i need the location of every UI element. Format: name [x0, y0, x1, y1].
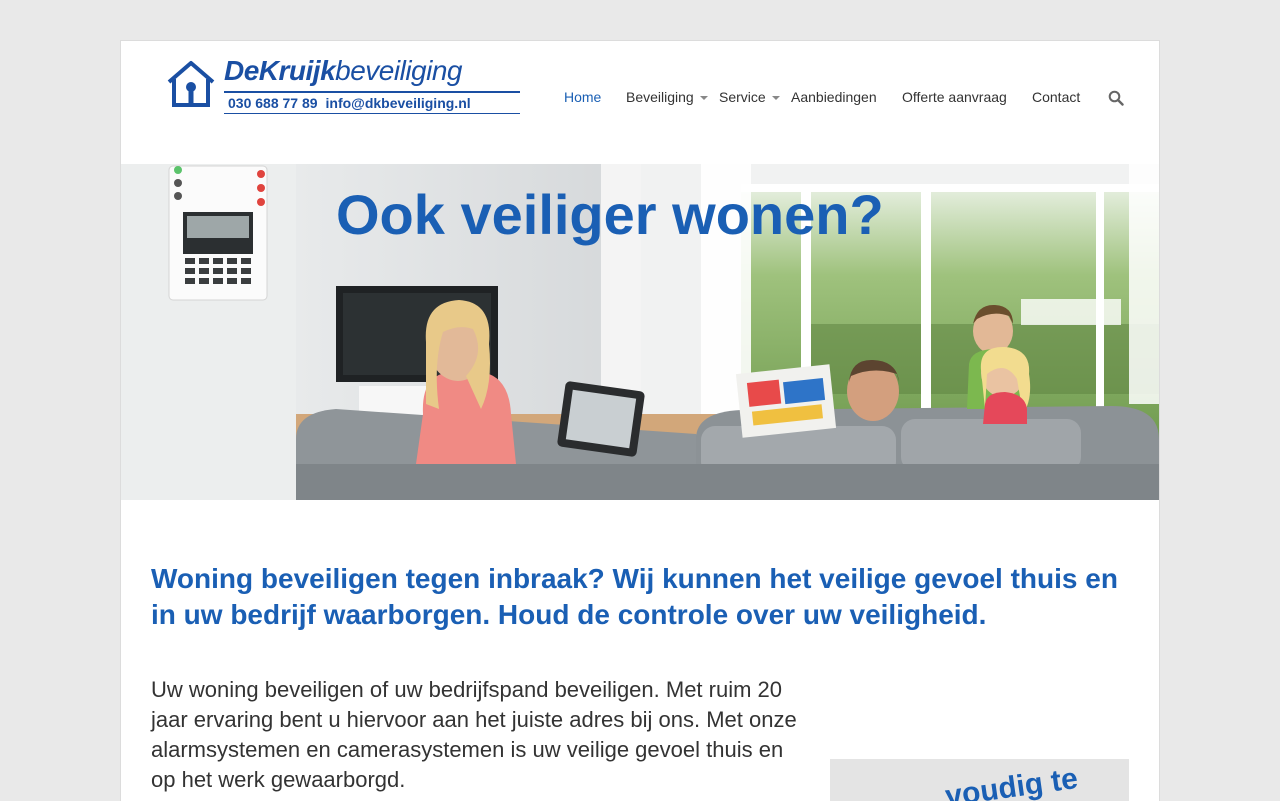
nav-service[interactable]: Service [719, 89, 780, 105]
brand-name: DeKruijkbeveiliging [224, 55, 462, 86]
nav-beveiliging-label: Beveiliging [626, 89, 694, 105]
chevron-down-icon [699, 96, 708, 101]
intro-heading: Woning beveiligen tegen inbraak? Wij kun… [151, 563, 1118, 630]
promo-text: voudig te [943, 761, 1080, 801]
logo-underline [224, 113, 520, 114]
logo-divider [224, 91, 520, 93]
intro-paragraph: Uw woning beveiligen of uw bedrijfspand … [151, 677, 797, 792]
nav-aanbiedingen[interactable]: Aanbiedingen [791, 89, 877, 105]
chevron-down-icon [771, 96, 780, 101]
site-header: DeKruijkbeveiliging 030 688 77 89 info@dk… [121, 41, 1159, 164]
promo-banner[interactable]: voudig te [830, 759, 1129, 801]
logo[interactable]: DeKruijkbeveiliging 030 688 77 89 info@dk… [166, 55, 520, 116]
page-container: DeKruijkbeveiliging 030 688 77 89 info@dk… [120, 40, 1160, 801]
nav-contact[interactable]: Contact [1032, 89, 1080, 105]
nav-home[interactable]: Home [564, 89, 601, 105]
nav-offerte-aanvraag[interactable]: Offerte aanvraag [902, 89, 1007, 105]
logo-phone: 030 688 77 89 [228, 95, 318, 111]
hero-banner: Ook veiliger wonen? [121, 164, 1159, 500]
nav-service-label: Service [719, 89, 766, 105]
search-icon[interactable] [1108, 90, 1124, 106]
nav-beveiliging[interactable]: Beveiliging [626, 89, 708, 105]
hero-title: Ook veiliger wonen? [336, 183, 884, 246]
logo-email: info@dkbeveiliging.nl [325, 95, 471, 111]
logo-contact: 030 688 77 89 info@dkbeveiliging.nl [228, 95, 471, 111]
house-logo-icon [167, 61, 215, 107]
